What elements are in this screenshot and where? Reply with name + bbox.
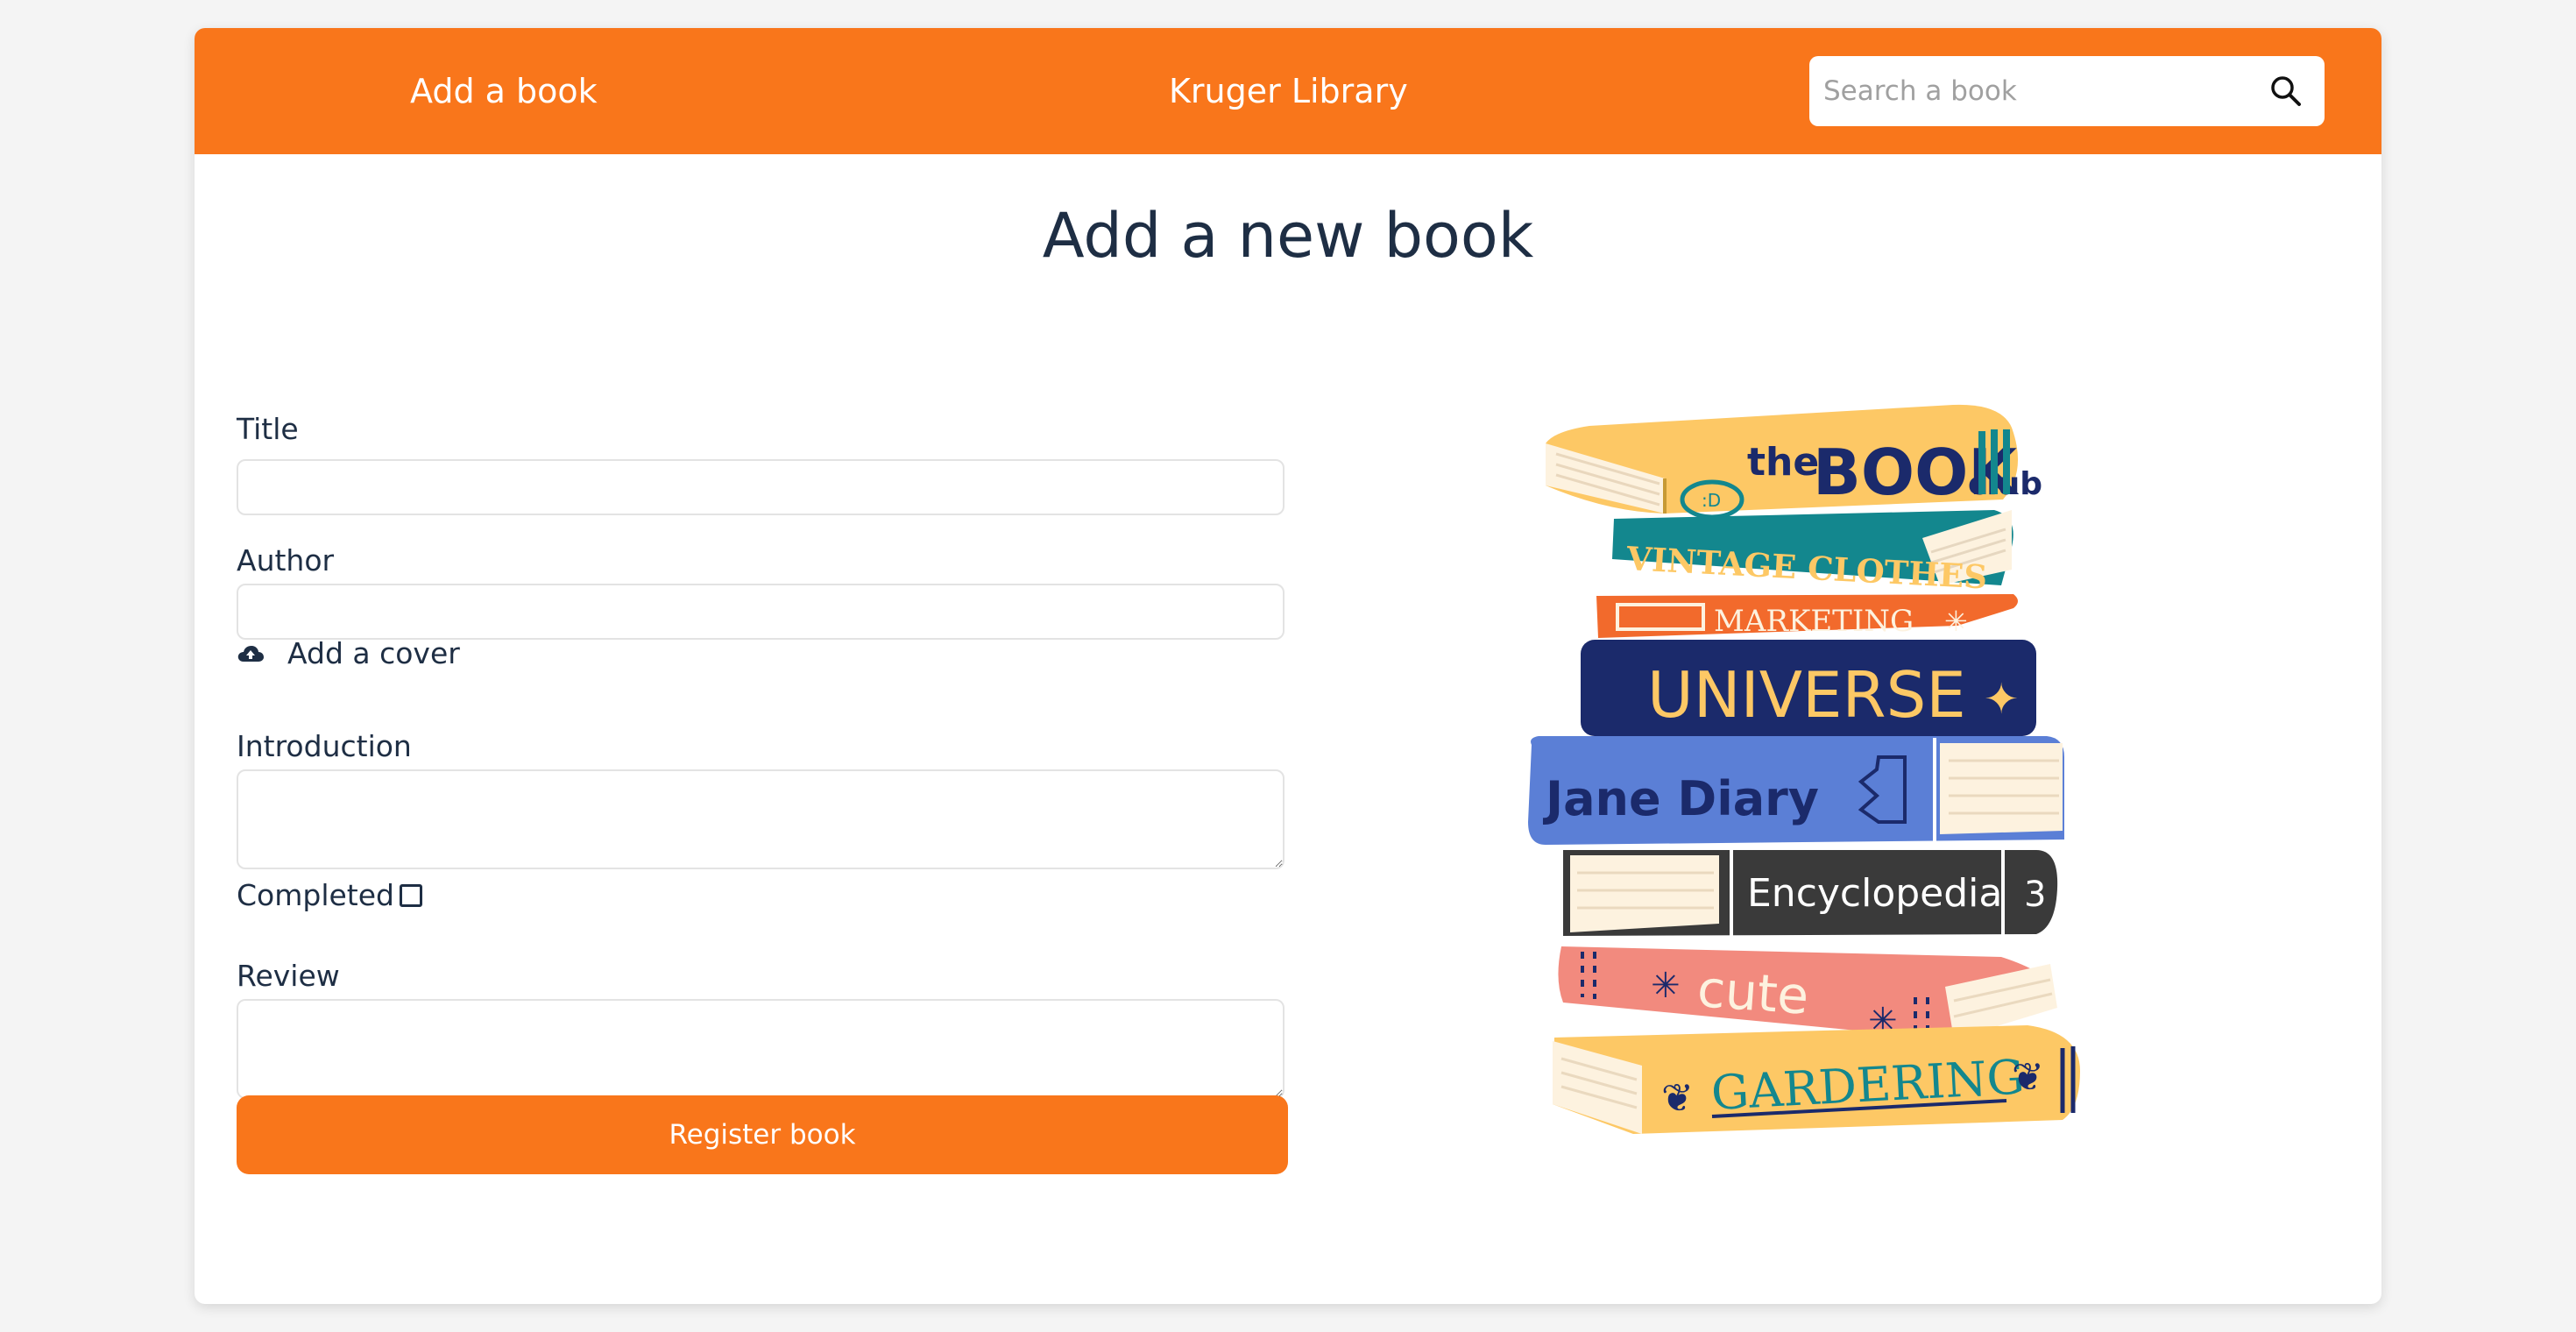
search-icon[interactable] [2268,74,2304,109]
author-label: Author [237,543,335,577]
add-cover-label: Add a cover [287,636,460,670]
book-the-book-club: :D the BOOK club [1546,404,2042,520]
completed-checkbox[interactable] [400,884,422,907]
book-stack-illustration: :D the BOOK club VINTAGE CLOTHES MARKETI… [1528,404,2080,1134]
completed-label: Completed [237,878,394,912]
book-encyclopedia: Encyclopedia 3 [1563,850,2058,936]
book-jane-diary: Jane Diary [1528,736,2064,845]
svg-text:Encyclopedia: Encyclopedia [1747,871,2002,916]
introduction-textarea[interactable] [237,769,1284,869]
svg-text::D: :D [1702,490,1721,511]
main-card: Add a book Kruger Library Add a new book… [195,28,2381,1304]
page-title: Add a new book [1042,200,1534,272]
book-vintage-clothes: VINTAGE CLOTHES [1612,510,2013,597]
brand-title[interactable]: Kruger Library [1169,28,1408,154]
svg-text:the: the [1747,440,1819,485]
title-label: Title [237,412,299,446]
volume-number: 3 [2024,875,2046,915]
svg-text:✳: ✳ [1944,605,1968,638]
svg-text:❦: ❦ [1661,1076,1694,1121]
book-universe: UNIVERSE ✦ [1581,640,2036,736]
book-gardering: GARDERING ❦ ❦ [1553,1025,2080,1134]
svg-text:cute: cute [1695,959,1811,1026]
introduction-label: Introduction [237,729,412,763]
review-textarea[interactable] [237,999,1284,1099]
navbar: Add a book Kruger Library [195,28,2381,154]
svg-text:✦: ✦ [1984,675,2019,724]
register-book-button[interactable]: Register book [237,1095,1288,1174]
cloud-upload-icon [237,646,264,662]
book-marketing: MARKETING ✳ [1596,594,2018,639]
svg-text:Jane Diary: Jane Diary [1542,771,1819,826]
nav-add-book-link[interactable]: Add a book [410,28,598,154]
search-input[interactable] [1809,56,2261,126]
title-input[interactable] [237,459,1284,515]
author-input[interactable] [237,584,1284,640]
svg-text:MARKETING: MARKETING [1714,604,1914,639]
svg-text:✳: ✳ [1651,966,1681,1006]
svg-text:UNIVERSE: UNIVERSE [1647,658,1966,732]
svg-text:❦: ❦ [2012,1055,2044,1100]
search-box [1809,56,2325,126]
review-label: Review [237,959,340,993]
